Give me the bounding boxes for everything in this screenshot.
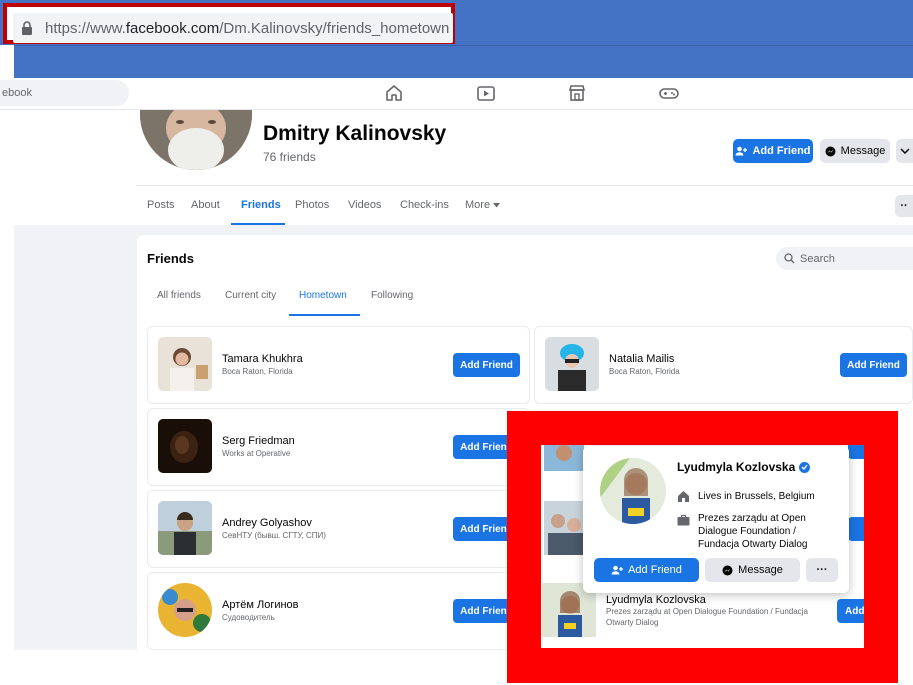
friend-card: Andrey Golyashov СевНТУ (бывш. СГТУ, СПИ… bbox=[147, 490, 530, 568]
address-bar[interactable]: https://www.facebook.com/Dm.Kalinovsky/f… bbox=[13, 13, 453, 43]
message-label: Message bbox=[840, 145, 886, 157]
hovercard-work: Prezes zarządu at Open Dialogue Foundati… bbox=[698, 513, 808, 550]
ellipsis-icon: ··· bbox=[816, 564, 828, 576]
search-icon bbox=[784, 253, 795, 264]
friend-name[interactable]: Serg Friedman bbox=[222, 435, 295, 447]
friend-subtitle: Boca Raton, Florida bbox=[609, 367, 680, 376]
ellipsis-icon: ·· bbox=[900, 200, 908, 212]
gaming-icon[interactable] bbox=[658, 82, 680, 104]
active-subtab-indicator bbox=[289, 314, 360, 316]
friends-search-placeholder: Search bbox=[800, 252, 835, 265]
verified-badge-icon bbox=[799, 461, 811, 473]
add-user-icon bbox=[735, 146, 748, 156]
add-friend-button[interactable]: Add Friend bbox=[453, 353, 520, 377]
hovercard-lives-in: Lives in Brussels, Belgium bbox=[698, 491, 815, 502]
tab-photos[interactable]: Photos bbox=[295, 199, 329, 211]
friend-subtitle: СевНТУ (бывш. СГТУ, СПИ) bbox=[222, 531, 326, 540]
hovercard-more-button[interactable]: ··· bbox=[806, 558, 838, 582]
friend-photo[interactable] bbox=[158, 419, 212, 473]
profile-friends-count[interactable]: 76 friends bbox=[263, 150, 316, 164]
friend-name[interactable]: Артём Логинов bbox=[222, 599, 299, 611]
add-friend-button-partial[interactable] bbox=[848, 445, 864, 459]
active-tab-indicator bbox=[231, 223, 285, 225]
add-friend-button[interactable]: Add Friend bbox=[733, 139, 813, 163]
hovercard-avatar[interactable] bbox=[600, 458, 666, 524]
add-friend-button[interactable]: Add Friend bbox=[840, 353, 907, 377]
friend-subtitle: Boca Raton, Florida bbox=[222, 367, 293, 376]
friends-section-title: Friends bbox=[147, 251, 194, 266]
blue-bar bbox=[14, 45, 913, 78]
hovercard-add-friend-button[interactable]: Add Friend bbox=[594, 558, 699, 582]
tab-posts[interactable]: Posts bbox=[147, 199, 175, 211]
message-button[interactable]: Message bbox=[820, 139, 890, 163]
watch-icon[interactable] bbox=[475, 82, 497, 104]
profile-more-button[interactable] bbox=[896, 139, 913, 163]
friend-subtitle: Судоводитель bbox=[222, 613, 275, 622]
friend-name[interactable]: Natalia Mailis bbox=[609, 353, 674, 365]
subtab-hometown[interactable]: Hometown bbox=[299, 290, 347, 301]
profile-name: Dmitry Kalinovsky bbox=[263, 122, 447, 145]
friend-card: Natalia Mailis Boca Raton, Florida Add F… bbox=[534, 326, 913, 404]
subtab-current-city[interactable]: Current city bbox=[225, 290, 276, 301]
hovercard-message-button[interactable]: Message bbox=[705, 558, 800, 582]
tabs-more-options-button[interactable]: ·· bbox=[895, 195, 913, 217]
chevron-down-icon bbox=[899, 148, 910, 154]
tab-friends[interactable]: Friends bbox=[241, 199, 281, 211]
friend-photo[interactable] bbox=[158, 583, 212, 637]
screenshot-root: https://www.facebook.com/Dm.Kalinovsky/f… bbox=[0, 0, 913, 685]
friend-photo[interactable] bbox=[545, 337, 599, 391]
add-friend-label: Add Friend bbox=[752, 145, 811, 157]
friend-photo[interactable] bbox=[158, 501, 212, 555]
marketplace-icon[interactable] bbox=[566, 82, 588, 104]
url-highlight-frame: https://www.facebook.com/Dm.Kalinovsky/f… bbox=[3, 3, 455, 44]
friend-card: Tamara Khukhra Boca Raton, Florida Add F… bbox=[147, 326, 530, 404]
lock-icon bbox=[21, 21, 33, 35]
add-friend-button-partial[interactable] bbox=[848, 517, 864, 541]
facebook-search-input[interactable]: ebook bbox=[0, 80, 129, 106]
friend-name[interactable]: Lyudmyla Kozlovska bbox=[606, 594, 706, 606]
friend-subtitle-line: Otwarty Dialog bbox=[606, 618, 659, 627]
caret-down-icon bbox=[493, 202, 501, 208]
friend-photo[interactable] bbox=[158, 337, 212, 391]
facebook-top-nav: ebook bbox=[0, 78, 913, 110]
tab-check-ins[interactable]: Check-ins bbox=[400, 199, 449, 211]
subtab-all-friends[interactable]: All friends bbox=[157, 290, 201, 301]
messenger-icon bbox=[722, 565, 733, 575]
subtab-following[interactable]: Following bbox=[371, 290, 413, 301]
friend-subtitle: Works at Operative bbox=[222, 449, 291, 458]
friend-name[interactable]: Tamara Khukhra bbox=[222, 353, 303, 365]
friend-subtitle-line: Prezes zarządu at Open Dialogue Foundati… bbox=[606, 607, 808, 616]
briefcase-icon bbox=[677, 513, 690, 526]
add-user-icon bbox=[611, 565, 624, 575]
home-icon[interactable] bbox=[383, 82, 405, 104]
hovercard-name[interactable]: Lyudmyla Kozlovska bbox=[677, 460, 811, 474]
home-icon bbox=[677, 489, 690, 502]
tab-about[interactable]: About bbox=[191, 199, 220, 211]
friend-photo bbox=[544, 501, 584, 555]
tab-videos[interactable]: Videos bbox=[348, 199, 381, 211]
tab-more[interactable]: More bbox=[465, 199, 501, 211]
messenger-icon bbox=[825, 146, 836, 156]
friend-photo bbox=[544, 445, 584, 471]
profile-tabs: Posts About Friends Photos Videos Check-… bbox=[136, 185, 913, 225]
friend-name[interactable]: Andrey Golyashov bbox=[222, 517, 312, 529]
friend-card: Артём Логинов Судоводитель Add Friend bbox=[147, 572, 530, 650]
friends-search-input[interactable]: Search bbox=[776, 247, 913, 270]
add-friend-button[interactable]: Add bbox=[837, 599, 864, 623]
friend-card: Serg Friedman Works at Operative Add Fri… bbox=[147, 408, 530, 486]
url-text: https://www.facebook.com/Dm.Kalinovsky/f… bbox=[45, 19, 450, 37]
